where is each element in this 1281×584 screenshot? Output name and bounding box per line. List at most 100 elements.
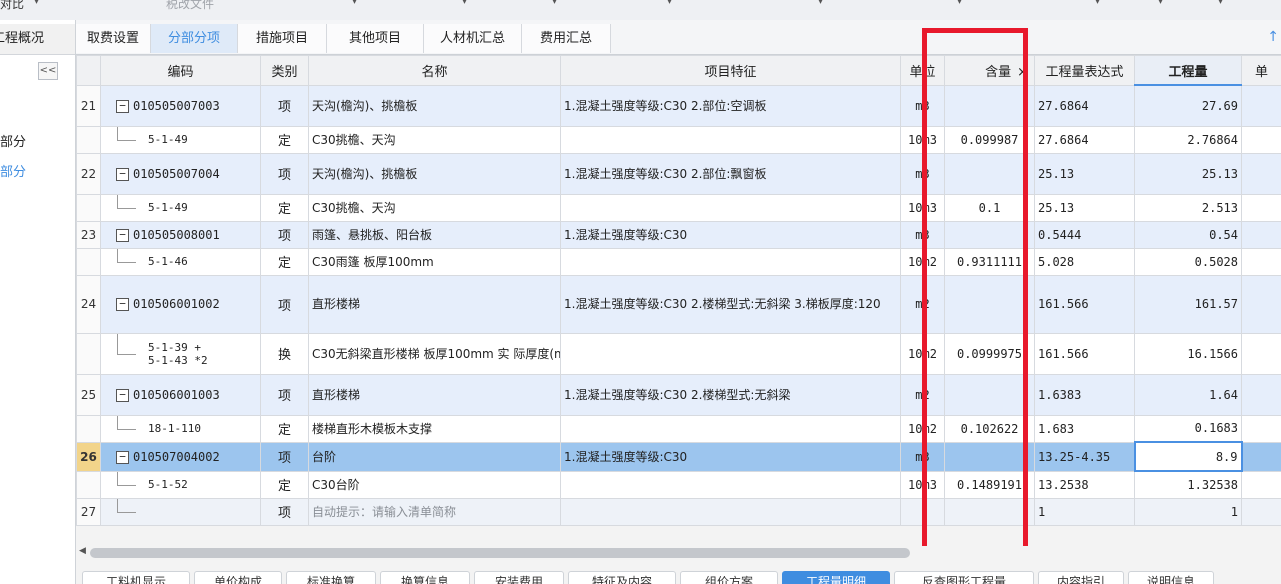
table-row[interactable]: 27 项自动提示：请输入清单简称 1 1 <box>76 497 1281 526</box>
chevron-down-icon[interactable]: ▾ <box>957 0 962 7</box>
row-number[interactable] <box>76 125 101 154</box>
feature-cell[interactable] <box>560 247 901 276</box>
bottom-tab-button[interactable]: 安装费用 <box>474 571 564 584</box>
header-qty[interactable]: 工程量 <box>1134 55 1242 86</box>
bottom-tab-button[interactable]: 组价方案 <box>680 571 778 584</box>
type-cell[interactable]: 定 <box>260 414 309 443</box>
tab-measures[interactable]: 措施项目 <box>238 24 327 53</box>
qty-cell[interactable]: 1.64 <box>1134 373 1242 416</box>
ratio-cell[interactable] <box>944 441 1035 472</box>
type-cell[interactable]: 项 <box>260 441 309 472</box>
table-row[interactable]: 24−010506001002 项直形楼梯 1.混凝土强度等级:C30 2.楼梯型式… <box>76 274 1281 334</box>
ratio-cell[interactable] <box>944 497 1035 526</box>
name-cell[interactable]: C30挑檐、天沟 <box>308 193 561 222</box>
name-cell[interactable]: C30挑檐、天沟 <box>308 125 561 154</box>
ratio-cell[interactable]: 0.102622 <box>944 414 1035 443</box>
tab-items[interactable]: 分部分项 <box>151 24 238 53</box>
bottom-tab-button[interactable]: 单价构成 <box>194 571 282 584</box>
qty-expr-cell[interactable]: 0.5444 <box>1034 220 1135 249</box>
unit-price-cell[interactable] <box>1241 274 1281 334</box>
collapse-tree-icon[interactable]: − <box>116 450 129 464</box>
horizontal-scrollbar[interactable]: ◀ <box>76 546 1281 560</box>
name-cell[interactable]: 自动提示：请输入清单简称 <box>308 497 561 526</box>
qty-expr-cell[interactable]: 161.566 <box>1034 332 1135 375</box>
code-cell[interactable] <box>100 497 261 526</box>
code-cell[interactable]: 5-1-52 <box>100 470 261 499</box>
unit-price-cell[interactable] <box>1241 373 1281 416</box>
collapse-tree-icon[interactable]: − <box>116 298 129 311</box>
row-number[interactable]: 22 <box>76 152 101 195</box>
type-cell[interactable]: 定 <box>260 470 309 499</box>
qty-cell[interactable]: 8.9 <box>1133 441 1243 472</box>
unit-price-cell[interactable] <box>1241 247 1281 276</box>
qty-expr-cell[interactable]: 1.6383 <box>1034 373 1135 416</box>
name-cell[interactable]: 天沟(檐沟)、挑檐板 <box>308 152 561 195</box>
code-cell[interactable]: −010507004002 <box>100 441 261 472</box>
type-cell[interactable]: 换 <box>260 332 309 375</box>
feature-cell[interactable] <box>560 470 901 499</box>
name-cell[interactable]: 直形楼梯 <box>308 373 561 416</box>
type-cell[interactable]: 定 <box>260 247 309 276</box>
collapse-sidebar-button[interactable]: << <box>38 62 58 80</box>
qty-expr-cell[interactable]: 27.6864 <box>1034 84 1135 127</box>
qty-cell[interactable]: 2.513 <box>1134 193 1242 222</box>
unit-price-cell[interactable] <box>1241 332 1281 375</box>
type-cell[interactable]: 项 <box>260 373 309 416</box>
chevron-down-icon[interactable]: ▾ <box>1158 0 1163 7</box>
unit-cell[interactable]: 10m3 <box>900 193 945 222</box>
qty-expr-cell[interactable]: 13.25-4.35 <box>1034 441 1135 472</box>
qty-expr-cell[interactable]: 25.13 <box>1034 193 1135 222</box>
unit-price-cell[interactable] <box>1241 125 1281 154</box>
qty-expr-cell[interactable]: 27.6864 <box>1034 125 1135 154</box>
type-cell[interactable]: 定 <box>260 125 309 154</box>
qty-expr-cell[interactable]: 25.13 <box>1034 152 1135 195</box>
type-cell[interactable]: 项 <box>260 152 309 195</box>
unit-price-cell[interactable] <box>1241 441 1281 472</box>
unit-price-cell[interactable] <box>1241 470 1281 499</box>
collapse-tree-icon[interactable]: − <box>116 167 129 181</box>
unit-price-cell[interactable] <box>1241 84 1281 127</box>
chevron-down-icon[interactable]: ▾ <box>462 0 467 7</box>
row-number[interactable]: 21 <box>76 84 101 127</box>
table-row[interactable]: 21−010505007003 项天沟(檐沟)、挑檐板 1.混凝土强度等级:C30 … <box>76 84 1281 127</box>
feature-cell[interactable]: 1.混凝土强度等级:C30 2.楼梯型式:无斜梁 3.梯板厚度:120 <box>560 274 901 334</box>
row-number[interactable]: 27 <box>76 497 101 526</box>
tab-materials-summary[interactable]: 人材机汇总 <box>424 24 522 53</box>
chevron-down-icon[interactable]: ▾ <box>34 0 39 7</box>
unit-price-cell[interactable] <box>1241 414 1281 443</box>
name-cell[interactable]: 雨篷、悬挑板、阳台板 <box>308 220 561 249</box>
sidebar-item-section-active[interactable]: 部分 <box>0 161 26 180</box>
unit-price-cell[interactable] <box>1241 497 1281 526</box>
header-code[interactable]: 编码 <box>100 55 261 86</box>
ratio-cell[interactable] <box>944 274 1035 334</box>
table-row[interactable]: 5-1-52 定 C30台阶 10m3 0.1489191 13.2538 1.32538 <box>76 470 1281 499</box>
table-row[interactable]: 5-1-49 定 C30挑檐、天沟 10m3 0.1 25.13 2.513 <box>76 193 1281 222</box>
ratio-cell[interactable]: 0.9311111 <box>944 247 1035 276</box>
row-number[interactable] <box>76 193 101 222</box>
header-qty-expr[interactable]: 工程量表达式 <box>1034 55 1135 86</box>
collapse-tree-icon[interactable]: − <box>116 228 129 242</box>
chevron-down-icon[interactable]: ▾ <box>1218 0 1223 7</box>
qty-expr-cell[interactable]: 13.2538 <box>1034 470 1135 499</box>
code-cell[interactable]: 5-1-46 <box>100 247 261 276</box>
feature-cell[interactable]: 1.混凝土强度等级:C30 2.楼梯型式:无斜梁 <box>560 373 901 416</box>
tab-fee-settings[interactable]: 取费设置 <box>76 24 151 53</box>
scroll-left-icon[interactable]: ◀ <box>79 546 86 556</box>
chevron-down-icon[interactable]: ▾ <box>1095 0 1100 7</box>
name-cell[interactable]: C30台阶 <box>308 470 561 499</box>
unit-cell[interactable]: m3 <box>900 441 945 472</box>
name-cell[interactable]: 直形楼梯 <box>308 274 561 334</box>
header-ratio[interactable]: 含量 × <box>944 55 1035 86</box>
feature-cell[interactable] <box>560 193 901 222</box>
feature-cell[interactable] <box>560 497 901 526</box>
name-cell[interactable]: 台阶 <box>308 441 561 472</box>
code-cell[interactable]: −010505008001 <box>100 220 261 249</box>
chevron-down-icon[interactable]: ▾ <box>667 0 672 7</box>
row-number[interactable]: 23 <box>76 220 101 249</box>
chevron-down-icon[interactable]: ▾ <box>352 0 357 7</box>
qty-cell[interactable]: 1.32538 <box>1134 470 1242 499</box>
code-cell[interactable]: 18-1-110 <box>100 414 261 443</box>
row-number[interactable] <box>76 414 101 443</box>
code-cell[interactable]: 5-1-49 <box>100 125 261 154</box>
table-row[interactable]: 18-1-110 定楼梯直形木模板木支撑 10m2 0.102622 1.683 0.16… <box>76 414 1281 443</box>
